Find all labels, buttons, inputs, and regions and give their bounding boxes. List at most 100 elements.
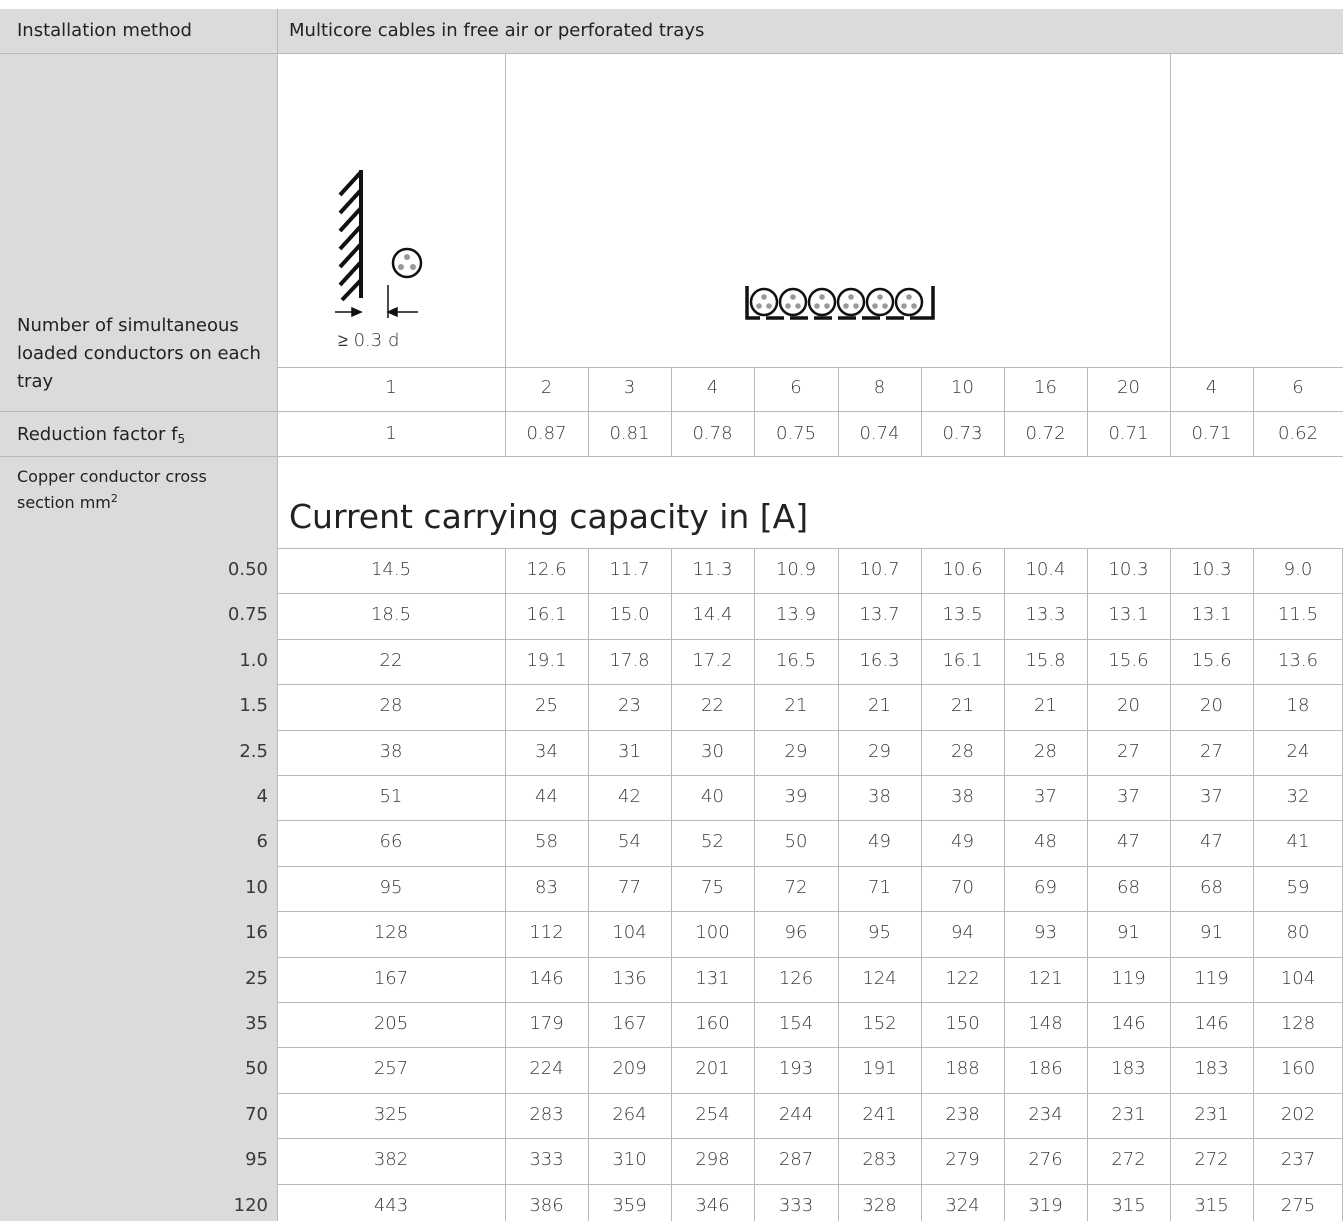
capacity-cell: 49 [951, 831, 974, 852]
capacity-cell: 22 [379, 650, 403, 671]
table-row-divider [277, 820, 1343, 821]
capacity-cell: 96 [784, 922, 808, 943]
header-divider [0, 53, 1343, 54]
capacity-cell: 70 [951, 877, 974, 898]
capacity-cell: 13.9 [775, 604, 817, 625]
capacity-cell: 38 [868, 786, 891, 807]
cross-section-value: 70 [245, 1104, 268, 1125]
capacity-cell: 124 [862, 968, 897, 989]
capacity-cell: 13.1 [1191, 604, 1232, 625]
copper-cross-section-label: Copper conductor cross section mm2 [17, 466, 257, 514]
capacity-cell: 333 [529, 1149, 564, 1170]
capacity-cell: 25 [535, 695, 558, 716]
wall-spacing-figure [335, 170, 423, 318]
cross-section-value: 35 [245, 1013, 268, 1034]
copper-cross-section-superscript: 2 [110, 492, 118, 505]
capacity-cell: 91 [1200, 922, 1223, 943]
capacity-cell: 112 [529, 922, 564, 943]
capacity-cell: 128 [373, 922, 409, 943]
capacity-cell: 146 [1111, 1013, 1146, 1034]
reduction-factor-cell: 1 [385, 423, 397, 444]
capacity-cell: 11.7 [609, 559, 650, 580]
cross-section-value: 120 [233, 1195, 268, 1216]
capacity-cell: 167 [373, 968, 409, 989]
spacing-arrow-icon [335, 285, 418, 318]
conductor-count-cell: 1 [385, 377, 397, 398]
capacity-cell: 234 [1028, 1104, 1063, 1125]
capacity-cell: 38 [951, 786, 974, 807]
capacity-cell: 160 [695, 1013, 730, 1034]
capacity-cell: 231 [1111, 1104, 1146, 1125]
capacity-cell: 167 [612, 1013, 647, 1034]
capacity-cell: 150 [945, 1013, 980, 1034]
capacity-cell: 100 [695, 922, 730, 943]
capacity-cell: 11.3 [692, 559, 733, 580]
capacity-cell: 13.1 [1108, 604, 1149, 625]
cable-cross-section-icon [391, 247, 423, 279]
conductor-count-cell: 8 [873, 377, 886, 398]
capacity-cell: 276 [1028, 1149, 1063, 1170]
cross-section-value: 1.5 [239, 695, 268, 716]
reduction-factor-subscript: 5 [177, 432, 186, 446]
capacity-cell: 27 [1117, 741, 1140, 762]
tray-cables-icon [749, 287, 924, 317]
capacity-cell: 18.5 [370, 604, 412, 625]
capacity-cell: 75 [701, 877, 724, 898]
capacity-cell: 22 [701, 695, 724, 716]
capacity-cell: 15.8 [1025, 650, 1066, 671]
conductor-count-cell: 4 [706, 377, 719, 398]
capacity-cell: 10.3 [1108, 559, 1149, 580]
capacity-cell: 29 [868, 741, 891, 762]
capacity-cell: 283 [862, 1149, 897, 1170]
reduction-factor-cell: 0.78 [692, 423, 733, 444]
reduction-factor-cell: 0.74 [859, 423, 900, 444]
capacity-cell: 31 [618, 741, 641, 762]
capacity-cell: 32 [1286, 786, 1310, 807]
reduction-factor-cell: 0.75 [775, 423, 817, 444]
capacity-cell: 346 [695, 1195, 730, 1216]
copper-cross-section-text: Copper conductor cross section mm [17, 467, 207, 512]
conductor-count-cell: 2 [540, 377, 553, 398]
capacity-cell: 10.3 [1191, 559, 1232, 580]
cross-section-value: 2.5 [239, 741, 268, 762]
capacity-cell: 71 [868, 877, 891, 898]
capacity-cell: 272 [1111, 1149, 1146, 1170]
capacity-cell: 298 [695, 1149, 730, 1170]
number-conductors-label: Number of simultaneous loaded conductors… [17, 315, 261, 392]
capacity-cell: 38 [379, 741, 403, 762]
table-row-divider [277, 684, 1343, 685]
capacity-cell: 126 [778, 968, 814, 989]
capacity-cell: 146 [529, 968, 564, 989]
capacity-cell: 443 [373, 1195, 409, 1216]
capacity-cell: 382 [373, 1149, 409, 1170]
capacity-cell: 104 [1280, 968, 1316, 989]
table-row-divider [277, 957, 1343, 958]
wall-hatch-icon [338, 170, 363, 302]
spacing-label: ≥ 0.3 d [338, 330, 400, 351]
count-row-top [277, 367, 1343, 368]
capacity-cell: 80 [1286, 922, 1310, 943]
cross-section-value: 6 [256, 831, 268, 852]
capacity-cell: 20 [1200, 695, 1223, 716]
reduction-factor-cell: 0.72 [1025, 423, 1066, 444]
cross-section-value: 16 [245, 922, 268, 943]
capacity-cell: 121 [1028, 968, 1063, 989]
capacity-cell: 28 [951, 741, 974, 762]
capacity-cell: 148 [1028, 1013, 1063, 1034]
reduction-factor-cell: 0.62 [1277, 423, 1319, 444]
table-row-divider [277, 911, 1343, 912]
capacity-cell: 20 [1117, 695, 1140, 716]
capacity-cell: 183 [1111, 1058, 1146, 1079]
reduction-factor-label: Reduction factor f5 [17, 424, 185, 446]
cross-section-value: 25 [245, 968, 268, 989]
table-row-divider [277, 593, 1343, 594]
table-row-divider [277, 730, 1343, 731]
table-row-divider [277, 639, 1343, 640]
capacity-cell: 47 [1117, 831, 1140, 852]
capacity-cell: 279 [945, 1149, 980, 1170]
capacity-cell: 14.5 [370, 559, 412, 580]
capacity-cell: 186 [1028, 1058, 1063, 1079]
reduction-factor-cell: 0.87 [526, 423, 567, 444]
capacity-cell: 77 [618, 877, 641, 898]
capacity-cell: 283 [529, 1104, 564, 1125]
